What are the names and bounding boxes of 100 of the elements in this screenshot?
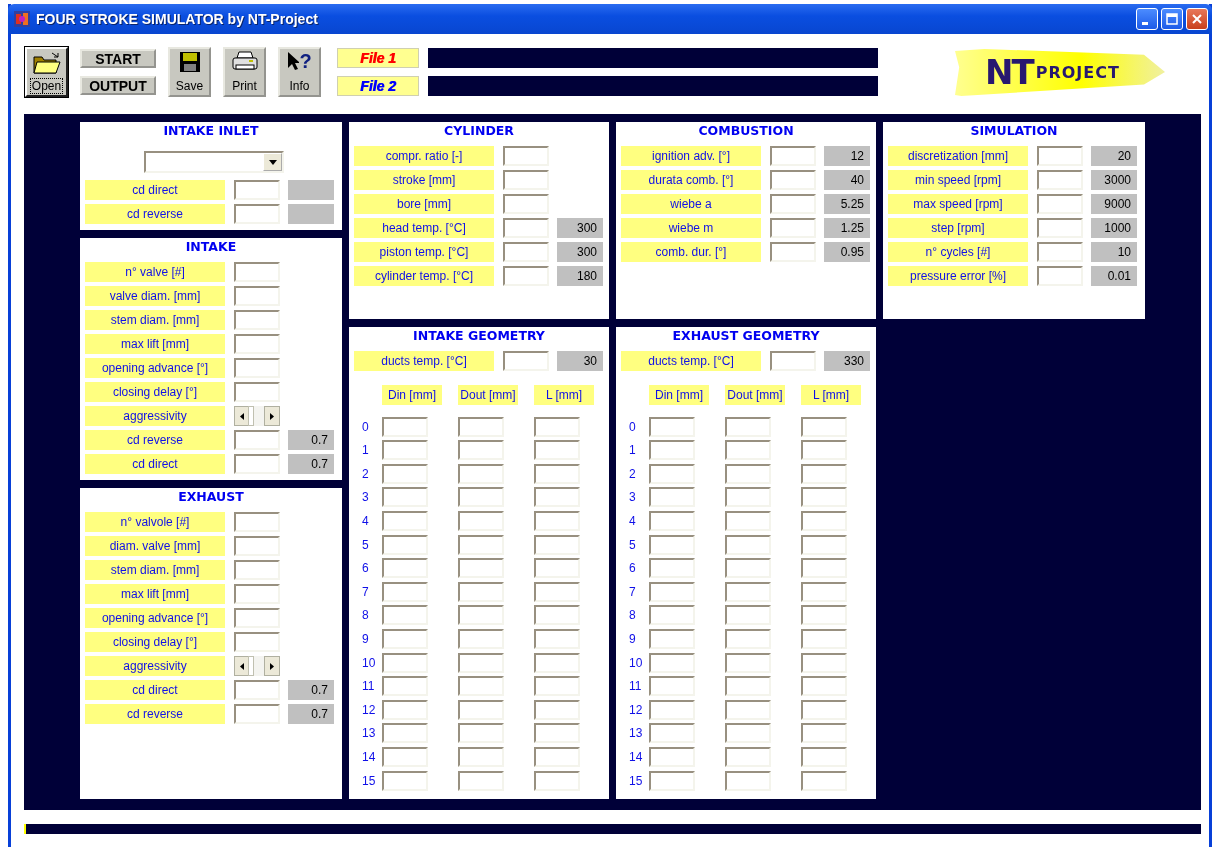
input-field[interactable]	[382, 628, 428, 649]
input-field[interactable]	[458, 558, 504, 579]
input-field[interactable]	[534, 605, 580, 626]
input-field[interactable]	[725, 440, 771, 461]
input-field[interactable]	[534, 770, 580, 791]
input-field[interactable]	[534, 534, 580, 555]
input-field[interactable]	[649, 605, 695, 626]
input-field[interactable]	[534, 440, 580, 461]
input-field[interactable]	[770, 351, 816, 371]
input-field[interactable]	[801, 534, 847, 555]
input-field[interactable]	[649, 746, 695, 767]
input-field[interactable]	[725, 723, 771, 744]
input-field[interactable]	[649, 416, 695, 437]
input-field[interactable]	[503, 194, 549, 214]
dropdown[interactable]	[144, 151, 284, 173]
input-field[interactable]	[801, 510, 847, 531]
input-field[interactable]	[382, 676, 428, 697]
input-field[interactable]	[458, 534, 504, 555]
input-field[interactable]	[382, 416, 428, 437]
input-field[interactable]	[1037, 218, 1083, 238]
input-field[interactable]	[382, 746, 428, 767]
input-field[interactable]	[725, 628, 771, 649]
input-field[interactable]	[649, 558, 695, 579]
input-field[interactable]	[725, 487, 771, 508]
command-button[interactable]: OUTPUT	[80, 76, 156, 95]
input-field[interactable]	[770, 146, 816, 166]
input-field[interactable]	[382, 605, 428, 626]
input-field[interactable]	[382, 487, 428, 508]
input-field[interactable]	[1037, 146, 1083, 166]
save-button[interactable]: Save	[168, 47, 211, 97]
input-field[interactable]	[1037, 266, 1083, 286]
input-field[interactable]	[234, 512, 280, 532]
input-field[interactable]	[458, 676, 504, 697]
command-button[interactable]: START	[80, 49, 156, 68]
input-field[interactable]	[234, 632, 280, 652]
input-field[interactable]	[382, 581, 428, 602]
input-field[interactable]	[725, 534, 771, 555]
input-field[interactable]	[234, 180, 280, 200]
input-field[interactable]	[649, 534, 695, 555]
input-field[interactable]	[649, 510, 695, 531]
input-field[interactable]	[725, 676, 771, 697]
input-field[interactable]	[725, 581, 771, 602]
input-field[interactable]	[801, 440, 847, 461]
input-field[interactable]	[534, 463, 580, 484]
input-field[interactable]	[770, 242, 816, 262]
input-field[interactable]	[234, 704, 280, 724]
input-field[interactable]	[503, 351, 549, 371]
input-field[interactable]	[234, 204, 280, 224]
close-button[interactable]	[1186, 8, 1208, 30]
input-field[interactable]	[649, 487, 695, 508]
input-field[interactable]	[649, 676, 695, 697]
input-field[interactable]	[234, 262, 280, 282]
input-field[interactable]	[801, 581, 847, 602]
input-field[interactable]	[382, 440, 428, 461]
input-field[interactable]	[649, 652, 695, 673]
input-field[interactable]	[458, 605, 504, 626]
input-field[interactable]	[801, 699, 847, 720]
input-field[interactable]	[458, 416, 504, 437]
input-field[interactable]	[801, 652, 847, 673]
input-field[interactable]	[725, 605, 771, 626]
input-field[interactable]	[534, 652, 580, 673]
input-field[interactable]	[1037, 170, 1083, 190]
input-field[interactable]	[801, 746, 847, 767]
input-field[interactable]	[458, 770, 504, 791]
input-field[interactable]	[1037, 242, 1083, 262]
input-field[interactable]	[770, 170, 816, 190]
info-button[interactable]: ? Info	[278, 47, 321, 97]
input-field[interactable]	[534, 558, 580, 579]
input-field[interactable]	[458, 723, 504, 744]
input-field[interactable]	[503, 218, 549, 238]
input-field[interactable]	[770, 194, 816, 214]
input-field[interactable]	[458, 699, 504, 720]
input-field[interactable]	[725, 558, 771, 579]
input-field[interactable]	[534, 487, 580, 508]
input-field[interactable]	[458, 487, 504, 508]
input-field[interactable]	[649, 440, 695, 461]
input-field[interactable]	[234, 358, 280, 378]
input-field[interactable]	[725, 770, 771, 791]
input-field[interactable]	[725, 463, 771, 484]
minimize-button[interactable]	[1136, 8, 1158, 30]
input-field[interactable]	[801, 416, 847, 437]
input-field[interactable]	[234, 608, 280, 628]
input-field[interactable]	[649, 723, 695, 744]
input-field[interactable]	[458, 581, 504, 602]
input-field[interactable]	[649, 770, 695, 791]
input-field[interactable]	[725, 510, 771, 531]
input-field[interactable]	[234, 286, 280, 306]
input-field[interactable]	[382, 699, 428, 720]
input-field[interactable]	[801, 558, 847, 579]
input-field[interactable]	[234, 680, 280, 700]
input-field[interactable]	[801, 463, 847, 484]
input-field[interactable]	[534, 581, 580, 602]
input-field[interactable]	[725, 699, 771, 720]
input-field[interactable]	[649, 628, 695, 649]
input-field[interactable]	[234, 310, 280, 330]
input-field[interactable]	[234, 334, 280, 354]
input-field[interactable]	[382, 558, 428, 579]
input-field[interactable]	[801, 676, 847, 697]
input-field[interactable]	[801, 628, 847, 649]
input-field[interactable]	[234, 584, 280, 604]
